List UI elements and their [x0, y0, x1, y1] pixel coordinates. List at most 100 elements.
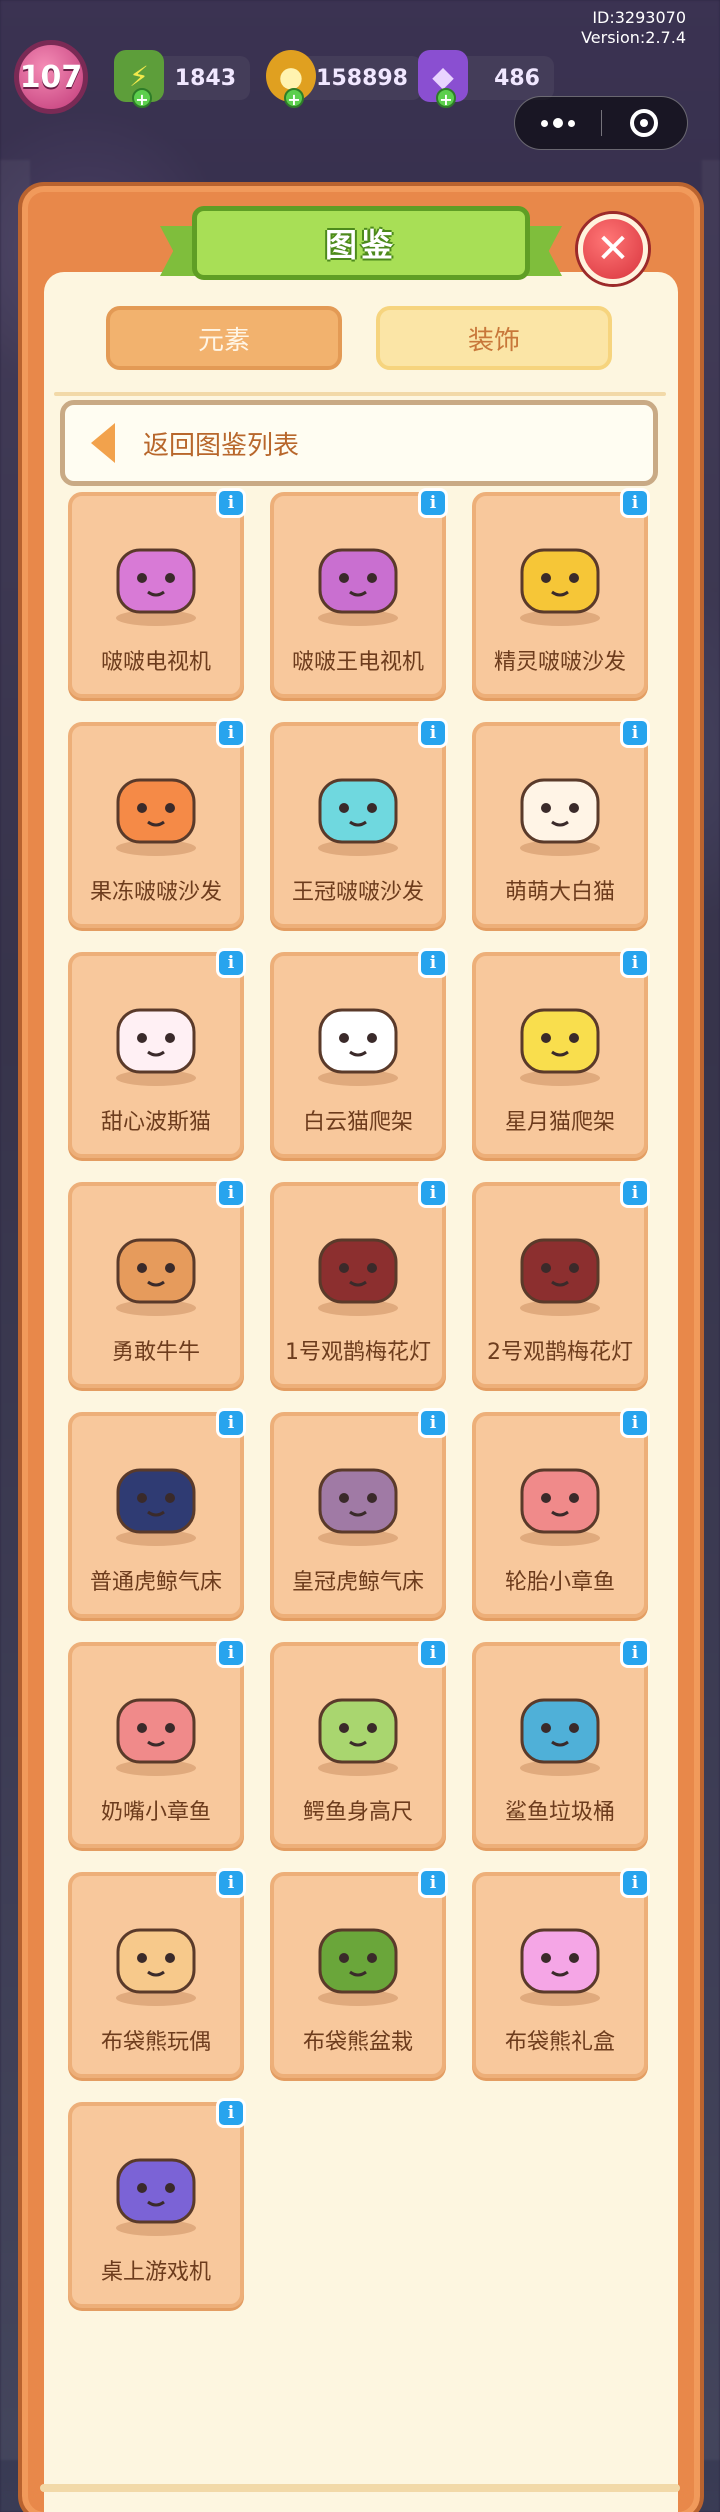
item-card[interactable]: 甜心波斯猫 i: [68, 948, 246, 1158]
item-label: 白云猫爬架: [302, 1110, 413, 1135]
item-label: 2号观鹊梅花灯: [487, 1340, 633, 1365]
info-icon[interactable]: i: [216, 1408, 246, 1438]
item-label: 勇敢牛牛: [111, 1340, 200, 1365]
info-icon[interactable]: i: [418, 1868, 448, 1898]
energy-counter[interactable]: ⚡ + 1843: [114, 50, 250, 109]
tab-elements[interactable]: 元素: [106, 306, 342, 370]
title-ribbon: 图鉴: [160, 206, 562, 280]
coin-counter[interactable]: ● + 158898: [266, 50, 422, 109]
info-icon[interactable]: i: [620, 1638, 650, 1668]
item-card[interactable]: 轮胎小章鱼 i: [472, 1408, 650, 1618]
more-menu-button[interactable]: [515, 97, 601, 149]
system-info: ID:3293070 Version:2.7.4: [581, 8, 686, 48]
item-label: 王冠啵啵沙发: [291, 880, 424, 905]
item-card[interactable]: 奶嘴小章鱼 i: [68, 1638, 246, 1848]
more-dots-icon: [540, 118, 575, 128]
target-circle-icon: [630, 109, 659, 137]
info-icon[interactable]: i: [216, 1178, 246, 1208]
item-label: 精灵啵啵沙发: [493, 650, 626, 675]
info-icon[interactable]: i: [216, 948, 246, 978]
item-label: 桌上游戏机: [100, 2260, 211, 2285]
coin-value: 158898: [316, 65, 408, 91]
info-icon[interactable]: i: [620, 488, 650, 518]
cyan-crown-sofa-icon: [292, 744, 424, 866]
info-icon[interactable]: i: [620, 1868, 650, 1898]
info-icon[interactable]: i: [418, 948, 448, 978]
item-card[interactable]: 布袋熊玩偶 i: [68, 1868, 246, 2078]
add-coin-icon[interactable]: +: [284, 88, 304, 109]
item-card[interactable]: 啵啵电视机 i: [68, 488, 246, 698]
item-card[interactable]: 鳄鱼身高尺 i: [270, 1638, 448, 1848]
info-icon[interactable]: i: [216, 1868, 246, 1898]
cloud-cat-tree-icon: [292, 974, 424, 1096]
user-id: ID:3293070: [592, 8, 686, 27]
item-label: 果冻啵啵沙发: [89, 880, 222, 905]
pacifier-octopus-icon: [90, 1664, 222, 1786]
item-card[interactable]: 普通虎鲸气床 i: [68, 1408, 246, 1618]
close-button[interactable]: ✕: [578, 214, 648, 284]
info-icon[interactable]: i: [620, 948, 650, 978]
item-card[interactable]: 王冠啵啵沙发 i: [270, 718, 448, 928]
yellow-jelly-sofa-icon: [494, 514, 626, 636]
item-label: 啵啵王电视机: [291, 650, 424, 675]
back-label: 返回图鉴列表: [143, 430, 300, 461]
plum-lamp-1-icon: [292, 1204, 424, 1326]
item-card[interactable]: 2号观鹊梅花灯 i: [472, 1178, 650, 1388]
level-badge[interactable]: 107: [14, 40, 88, 114]
item-label: 奶嘴小章鱼: [100, 1800, 211, 1825]
back-to-list-button[interactable]: 返回图鉴列表: [60, 400, 658, 486]
info-icon[interactable]: i: [418, 718, 448, 748]
item-label: 皇冠虎鲸气床: [291, 1570, 424, 1595]
exit-miniprogram-button[interactable]: [602, 97, 688, 149]
panel-bottom-edge: [40, 2484, 680, 2492]
divider: [54, 392, 666, 396]
tire-octopus-icon: [494, 1434, 626, 1556]
item-card[interactable]: 啵啵王电视机 i: [270, 488, 448, 698]
info-icon[interactable]: i: [216, 2098, 246, 2128]
info-icon[interactable]: i: [620, 1408, 650, 1438]
info-icon[interactable]: i: [216, 1638, 246, 1668]
wombat-gift-icon: [494, 1894, 626, 2016]
miniprogram-capsule: [514, 96, 688, 150]
info-icon[interactable]: i: [418, 1408, 448, 1438]
lightning-icon: ⚡ +: [114, 50, 164, 109]
item-card[interactable]: 布袋熊盆栽 i: [270, 1868, 448, 2078]
item-card[interactable]: 桌上游戏机 i: [68, 2098, 246, 2308]
category-tabs: 元素 装饰: [0, 306, 720, 372]
info-icon[interactable]: i: [620, 718, 650, 748]
orca-float-icon: [90, 1434, 222, 1556]
crocodile-ruler-icon: [292, 1664, 424, 1786]
item-label: 普通虎鲸气床: [89, 1570, 222, 1595]
item-label: 鲨鱼垃圾桶: [504, 1800, 615, 1825]
item-card[interactable]: 鲨鱼垃圾桶 i: [472, 1638, 650, 1848]
item-card[interactable]: 白云猫爬架 i: [270, 948, 448, 1158]
item-card[interactable]: 果冻啵啵沙发 i: [68, 718, 246, 928]
add-gem-icon[interactable]: +: [436, 88, 456, 109]
item-card[interactable]: 皇冠虎鲸气床 i: [270, 1408, 448, 1618]
info-icon[interactable]: i: [418, 1638, 448, 1668]
info-icon[interactable]: i: [216, 718, 246, 748]
add-energy-icon[interactable]: +: [132, 88, 152, 109]
info-icon[interactable]: i: [418, 488, 448, 518]
item-card[interactable]: 星月猫爬架 i: [472, 948, 650, 1158]
item-label: 布袋熊礼盒: [504, 2030, 615, 2055]
item-label: 布袋熊盆栽: [302, 2030, 413, 2055]
persian-cat-icon: [90, 974, 222, 1096]
info-icon[interactable]: i: [620, 1178, 650, 1208]
gem-icon: ◆ +: [418, 50, 468, 109]
gem-counter[interactable]: ◆ + 486: [418, 50, 554, 109]
item-label: 布袋熊玩偶: [100, 2030, 211, 2055]
item-card[interactable]: 1号观鹊梅花灯 i: [270, 1178, 448, 1388]
info-icon[interactable]: i: [216, 488, 246, 518]
tab-decorations[interactable]: 装饰: [376, 306, 612, 370]
item-card[interactable]: 布袋熊礼盒 i: [472, 1868, 650, 2078]
orange-jelly-sofa-icon: [90, 744, 222, 866]
item-card[interactable]: 勇敢牛牛 i: [68, 1178, 246, 1388]
crown-tv-robot-icon: [292, 514, 424, 636]
crown-orca-float-icon: [292, 1434, 424, 1556]
tab-elements-label: 元素: [197, 325, 250, 356]
item-label: 鳄鱼身高尺: [302, 1800, 413, 1825]
item-card[interactable]: 精灵啵啵沙发 i: [472, 488, 650, 698]
info-icon[interactable]: i: [418, 1178, 448, 1208]
item-card[interactable]: 萌萌大白猫 i: [472, 718, 650, 928]
